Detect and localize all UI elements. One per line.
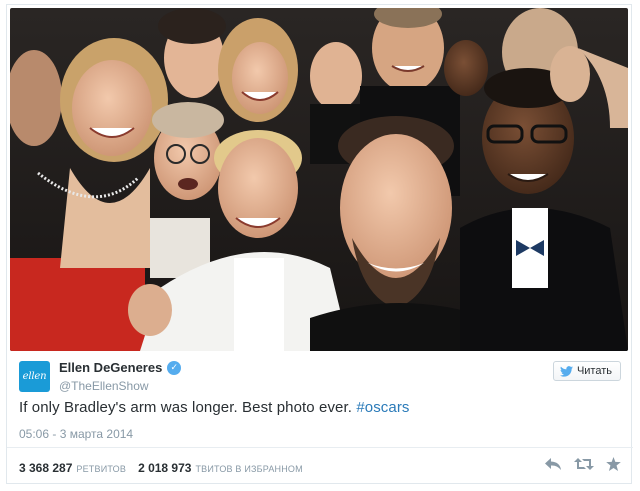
follow-button-label: Читать [576,365,612,377]
favorite-count[interactable]: 2 018 973 [138,461,191,475]
tweet-text: If only Bradley's arm was longer. Best p… [19,399,410,416]
hashtag-link[interactable]: #oscars [356,399,409,416]
avatar-logo-text: ellen [22,371,47,382]
retweet-label: РЕТВИТОВ [76,464,127,474]
reply-arrow-icon[interactable] [544,457,562,471]
retweet-icon[interactable] [574,457,594,471]
tweet-body: If only Bradley's arm was longer. Best p… [19,399,353,416]
divider [7,447,633,448]
retweet-count[interactable]: 3 368 287 [19,461,72,475]
author-avatar[interactable]: ellen [19,361,50,392]
favorite-label: ТВИТОВ В ИЗБРАННОМ [195,464,303,474]
tweet-stats: 3 368 287 РЕТВИТОВ 2 018 973 ТВИТОВ В ИЗ… [19,461,311,475]
tweet-photo[interactable] [10,8,628,351]
author-name-row: Ellen DeGeneres ✓ [59,360,182,375]
tweet-timestamp[interactable]: 05:06 - 3 марта 2014 [19,427,133,441]
tweet-card: ellen Ellen DeGeneres ✓ @TheEllenShow Чи… [6,4,633,485]
tweet-meta: ellen Ellen DeGeneres ✓ @TheEllenShow Чи… [7,351,633,485]
twitter-bird-icon [559,365,573,377]
follow-button[interactable]: Читать [552,361,621,381]
selfie-photo-image [10,8,628,351]
star-icon[interactable] [606,457,621,471]
author-handle[interactable]: @TheEllenShow [59,379,149,393]
verified-badge-icon: ✓ [167,360,182,375]
tweet-actions [544,457,621,471]
author-name[interactable]: Ellen DeGeneres [59,360,162,375]
